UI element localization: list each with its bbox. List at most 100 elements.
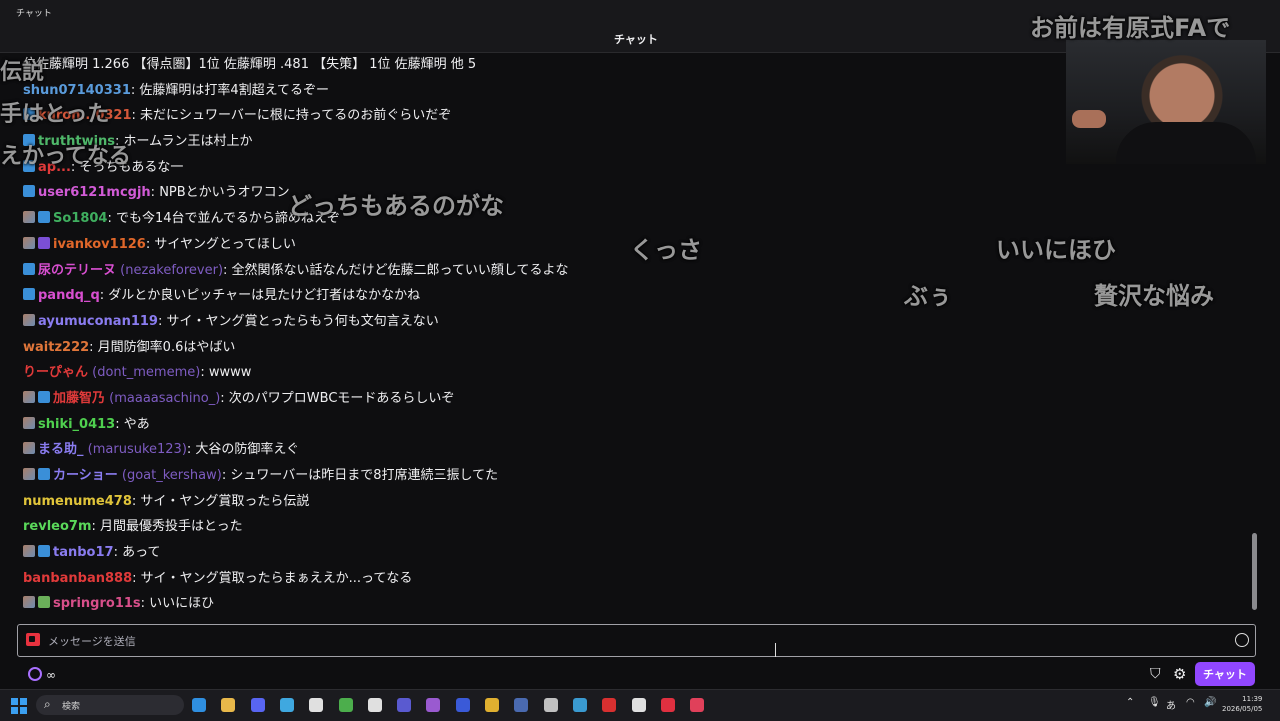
- badge-icon[interactable]: [23, 262, 35, 275]
- chat-username[interactable]: 尿のテリーヌ: [38, 263, 116, 278]
- tool-icon[interactable]: [543, 698, 558, 712]
- badge-icon[interactable]: [23, 545, 35, 558]
- badge-icon[interactable]: [23, 313, 35, 326]
- badge-icon[interactable]: [38, 596, 50, 609]
- chat-message: カーショー (goat_kershaw): シュワーバーは昨日まで8打席連続三振…: [23, 463, 1248, 489]
- camera-icon[interactable]: [26, 633, 40, 646]
- chat-message: まる助_ (marusuke123): 大谷の防御率えぐ: [23, 437, 1248, 463]
- shield-icon[interactable]: ⛉: [1150, 666, 1161, 682]
- badge-icon[interactable]: [23, 185, 35, 198]
- chat-username[interactable]: カーショー: [53, 468, 118, 483]
- webcam-feed: [1066, 40, 1266, 164]
- chat-text: NPBとかいうオワコン: [159, 185, 290, 201]
- triangle-app-icon[interactable]: [426, 698, 441, 712]
- badge-icon[interactable]: [23, 390, 35, 403]
- gear-icon[interactable]: ⚙: [1173, 665, 1186, 683]
- chat-username[interactable]: まる助_: [38, 442, 84, 457]
- chat-text: 佐藤輝明は打率4割超えてるぞー: [139, 82, 330, 98]
- chat-text: サイ・ヤング賞とったらもう何も文句言えない: [166, 313, 439, 329]
- chat-text: サイ・ヤング賞取ったら伝説: [140, 493, 310, 509]
- chat-username[interactable]: tanbo17: [53, 545, 114, 560]
- clock-time: 11:39: [1242, 695, 1263, 703]
- steam-icon[interactable]: [514, 698, 529, 712]
- folder-icon[interactable]: [221, 698, 236, 712]
- kick-icon[interactable]: [631, 698, 646, 712]
- badge-icon[interactable]: [23, 236, 35, 249]
- badge-icon[interactable]: [38, 390, 50, 403]
- chat-username[interactable]: りーぴゃん: [23, 365, 88, 380]
- globe-icon[interactable]: [572, 698, 587, 712]
- red-app-icon[interactable]: [602, 698, 617, 712]
- chat-username[interactable]: waitz222: [23, 340, 89, 355]
- badge-icon[interactable]: [23, 211, 35, 224]
- chat-username[interactable]: revleo7m: [23, 519, 92, 534]
- badge-icon[interactable]: [23, 288, 35, 301]
- chat-text: サイヤングとってほしい: [154, 236, 296, 252]
- chat-text: やあ: [123, 416, 150, 432]
- chat-send-button[interactable]: チャット: [1195, 662, 1255, 686]
- chat-text: あって: [122, 545, 161, 561]
- chat-username[interactable]: shiki_0413: [38, 417, 115, 432]
- mic-icon[interactable]: 🎙: [1148, 697, 1161, 708]
- emoji-icon[interactable]: [1235, 633, 1249, 647]
- window-title: チャット: [16, 9, 52, 19]
- chevron-up-icon[interactable]: ⌃: [1126, 697, 1134, 708]
- chat-message: 位佐藤輝明 1.266 【得点圏】1位 佐藤輝明 .481 【失策】 1位 佐藤…: [23, 52, 1248, 78]
- badge-icon[interactable]: [38, 468, 50, 480]
- ime-indicator[interactable]: あ: [1166, 697, 1176, 712]
- red-square-icon[interactable]: [660, 698, 675, 712]
- channel-points-value: ∞: [46, 668, 56, 682]
- chat-message: ayumuconan119: サイ・ヤング賞とったらもう何も文句言えない: [23, 309, 1248, 335]
- chat-username[interactable]: springro11s: [53, 596, 141, 611]
- edge-icon[interactable]: [192, 698, 206, 712]
- overlay-comment: どっちもあるのがな: [288, 192, 504, 220]
- badge-icon[interactable]: [23, 468, 35, 480]
- chat-separator: :: [200, 365, 209, 381]
- taskbar-search[interactable]: ⌕ 検索: [36, 695, 184, 715]
- notepad-icon[interactable]: [279, 698, 294, 712]
- volume-icon[interactable]: 🔊: [1204, 697, 1216, 708]
- chat-separator: :: [140, 596, 150, 612]
- chat-message-list[interactable]: 位佐藤輝明 1.266 【得点圏】1位 佐藤輝明 .481 【失策】 1位 佐藤…: [23, 52, 1248, 617]
- chat-input-box[interactable]: [17, 624, 1256, 657]
- discord-icon[interactable]: [250, 698, 265, 712]
- badge-icon[interactable]: [38, 545, 50, 558]
- taskbar-clock[interactable]: 11:39 2026/05/05: [1222, 694, 1262, 714]
- chat-message: banbanban888: サイ・ヤング賞取ったらまぁええか...ってなる: [23, 566, 1248, 592]
- chat-text: 大谷の防御率えぐ: [195, 442, 300, 458]
- chat-message: springro11s: いいにほひ: [23, 591, 1248, 617]
- chat-username[interactable]: user6121mcgjh: [38, 185, 151, 200]
- x-icon[interactable]: [367, 698, 382, 712]
- chat-scrollbar[interactable]: [1252, 533, 1257, 610]
- chat-text: 次のパワプロWBCモードあるらしいぞ: [228, 390, 455, 406]
- windows-start-icon[interactable]: [11, 698, 27, 714]
- pocket-icon[interactable]: [690, 698, 705, 712]
- obs-icon[interactable]: [309, 698, 324, 712]
- chat-username[interactable]: numenume478: [23, 494, 132, 509]
- chat-username[interactable]: ayumuconan119: [38, 314, 158, 329]
- chat-input[interactable]: [46, 630, 1230, 652]
- chat-username[interactable]: ivankov1126: [53, 237, 146, 252]
- overlay-comment: 贅沢な悩み: [1094, 282, 1214, 310]
- badge-icon[interactable]: [23, 416, 35, 429]
- chat-message: shiki_0413: やあ: [23, 412, 1248, 438]
- wifi-icon[interactable]: ◠: [1186, 697, 1195, 708]
- chat-separator: :: [223, 262, 232, 278]
- minecraft-icon[interactable]: [338, 698, 353, 712]
- badge-icon[interactable]: [38, 211, 50, 224]
- chat-text: 未だにシュワーバーに根に持ってるのお前ぐらいだぞ: [140, 108, 452, 124]
- chat-username[interactable]: 加藤智乃: [53, 391, 105, 406]
- chat-username[interactable]: banbanban888: [23, 571, 132, 586]
- chat-text: 位佐藤輝明 1.266 【得点圏】1位 佐藤輝明 .481 【失策】 1位 佐藤…: [23, 57, 477, 72]
- screen-icon[interactable]: [455, 698, 470, 712]
- app-icon[interactable]: [397, 698, 412, 712]
- search-icon: ⌕: [44, 697, 51, 711]
- chat-username[interactable]: So1804: [53, 211, 107, 226]
- chat-username[interactable]: pandq_q: [38, 288, 100, 303]
- chrome-icon[interactable]: [485, 698, 499, 712]
- badge-icon[interactable]: [38, 236, 50, 249]
- badge-icon[interactable]: [23, 442, 35, 455]
- chat-message: りーぴゃん (dont_mememe): wwww: [23, 360, 1248, 386]
- badge-icon[interactable]: [23, 596, 35, 609]
- channel-points[interactable]: ∞: [28, 667, 56, 682]
